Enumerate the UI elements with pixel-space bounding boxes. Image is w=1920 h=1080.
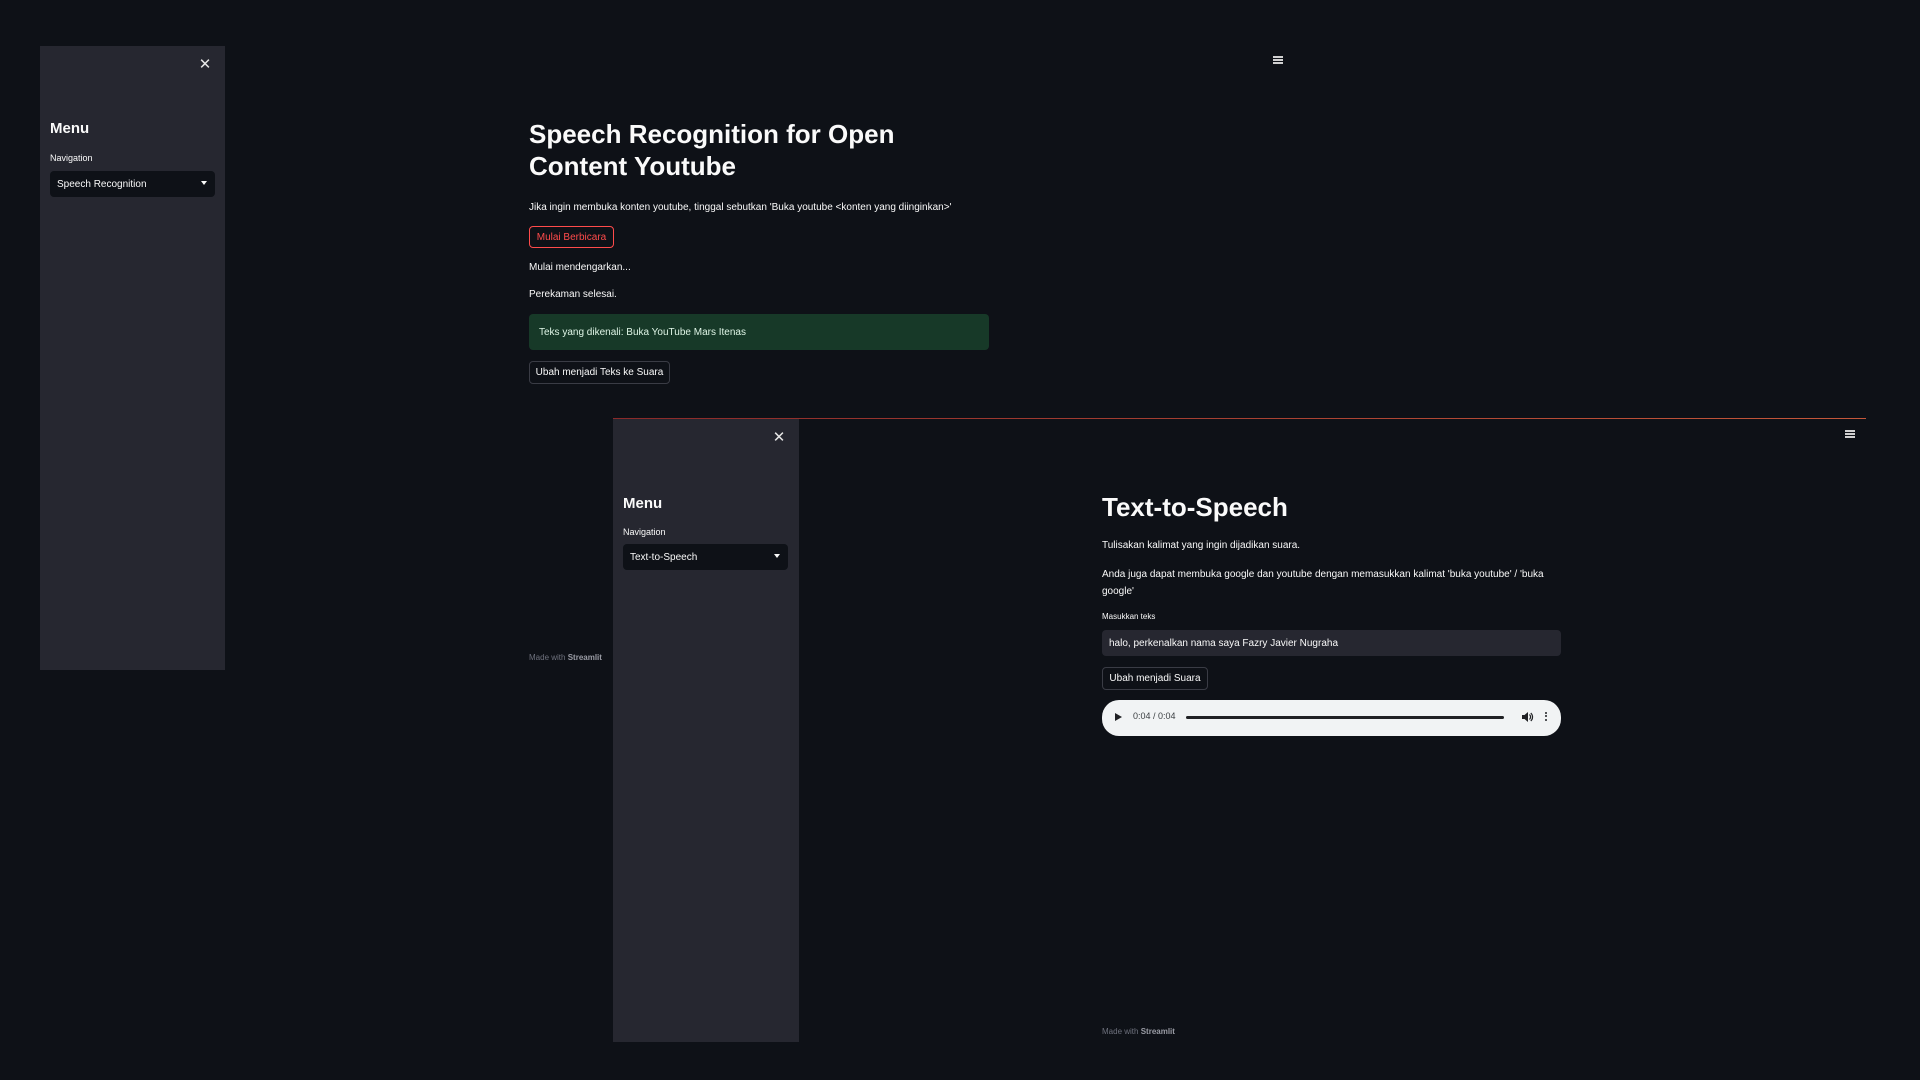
navigation-label: Navigation bbox=[50, 153, 93, 163]
navigation-select[interactable]: Speech Recognition bbox=[50, 171, 215, 197]
page-title-line-1: Speech Recognition for Open bbox=[529, 119, 895, 149]
footer-prefix: Made with bbox=[529, 653, 566, 662]
description-line-1: Anda juga dapat membuka google dan youtu… bbox=[1102, 569, 1544, 580]
status-recording-done: Perekaman selesai. bbox=[529, 289, 617, 300]
window-top-border bbox=[613, 418, 1866, 419]
footer-made-with: Made with Streamlit bbox=[1102, 1027, 1175, 1036]
audio-progress-bar[interactable] bbox=[1186, 716, 1504, 719]
text-input[interactable]: halo, perkenalkan nama saya Fazry Javier… bbox=[1102, 630, 1561, 656]
status-listening: Mulai mendengarkan... bbox=[529, 262, 631, 273]
hamburger-menu-icon[interactable] bbox=[1845, 430, 1855, 438]
close-icon[interactable]: ✕ bbox=[769, 427, 789, 447]
convert-to-audio-button[interactable]: Ubah menjadi Suara bbox=[1102, 667, 1208, 690]
description-text-2: Anda juga dapat membuka google dan youtu… bbox=[1102, 566, 1544, 600]
hamburger-menu-icon[interactable] bbox=[1273, 56, 1283, 64]
more-options-icon[interactable] bbox=[1543, 710, 1549, 724]
audio-time: 0:04 / 0:04 bbox=[1133, 711, 1176, 721]
page-title: Speech Recognition for Open Content Yout… bbox=[529, 119, 894, 182]
instruction-text: Jika ingin membuka konten youtube, tingg… bbox=[529, 202, 952, 213]
start-speaking-button[interactable]: Mulai Berbicara bbox=[529, 226, 614, 248]
audio-player[interactable]: 0:04 / 0:04 bbox=[1102, 700, 1561, 736]
sidebar-text-to-speech: ✕ Menu Navigation Text-to-Speech bbox=[613, 419, 799, 1042]
page-title: Text-to-Speech bbox=[1102, 492, 1288, 522]
description-text: Tulisakan kalimat yang ingin dijadikan s… bbox=[1102, 540, 1301, 551]
chevron-down-icon bbox=[774, 554, 780, 558]
navigation-label: Navigation bbox=[623, 527, 666, 537]
page-title-line-2: Content Youtube bbox=[529, 150, 737, 181]
sidebar-speech-recognition: ✕ Menu Navigation Speech Recognition bbox=[40, 46, 225, 670]
chevron-down-icon bbox=[201, 181, 207, 185]
navigation-select-value: Text-to-Speech bbox=[630, 551, 698, 563]
sidebar-menu-title: Menu bbox=[623, 495, 663, 512]
footer-brand-link[interactable]: Streamlit bbox=[1141, 1027, 1175, 1036]
close-icon[interactable]: ✕ bbox=[195, 54, 215, 74]
input-label: Masukkan teks bbox=[1102, 612, 1156, 621]
convert-to-speech-button[interactable]: Ubah menjadi Teks ke Suara bbox=[529, 361, 670, 384]
sidebar-menu-title: Menu bbox=[50, 120, 90, 137]
footer-prefix: Made with bbox=[1102, 1027, 1139, 1036]
footer-brand-link[interactable]: Streamlit bbox=[568, 653, 602, 662]
recognized-text-alert: Teks yang dikenali: Buka YouTube Mars It… bbox=[529, 314, 989, 350]
navigation-select-value: Speech Recognition bbox=[57, 178, 147, 190]
text-input-value: halo, perkenalkan nama saya Fazry Javier… bbox=[1109, 637, 1339, 649]
volume-icon[interactable] bbox=[1520, 710, 1534, 724]
footer-made-with: Made with Streamlit bbox=[529, 653, 602, 662]
play-icon[interactable] bbox=[1115, 713, 1122, 721]
navigation-select[interactable]: Text-to-Speech bbox=[623, 544, 788, 570]
description-line-2: google' bbox=[1102, 586, 1134, 597]
